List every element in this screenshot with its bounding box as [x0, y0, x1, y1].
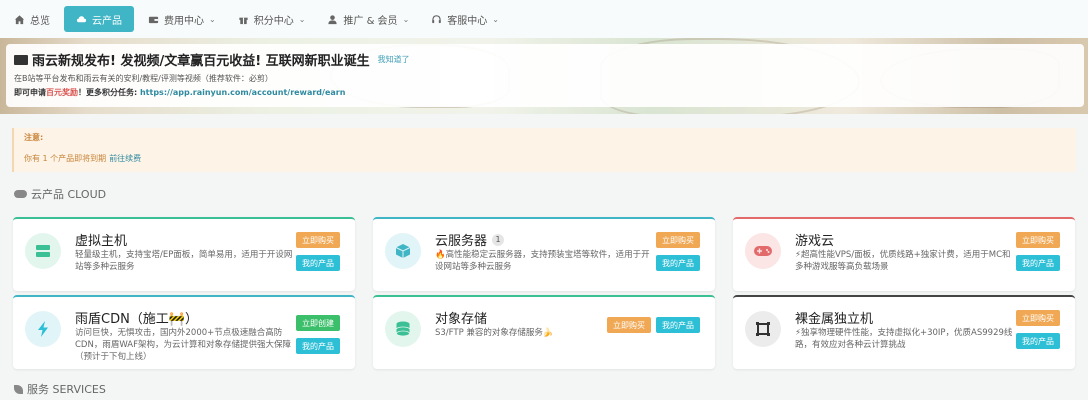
- reward-mid: ！更多积分任务:: [78, 88, 140, 97]
- section-label: 服务 SERVICES: [27, 383, 106, 396]
- database-icon: [385, 311, 421, 347]
- product-description: ⚡独享物理硬件性能，支持虚拟化+30IP，优质AS9929线路，有效应对各种云计…: [795, 328, 1013, 350]
- server-icon: [25, 233, 61, 269]
- product-title: 云服务器: [435, 234, 488, 249]
- section-title-cloud: 云产品 CLOUD: [14, 186, 106, 202]
- product-card-bare-metal[interactable]: 裸金属独立机 ⚡独享物理硬件性能，支持虚拟化+30IP，优质AS9929线路，有…: [733, 295, 1075, 369]
- product-title: 裸金属独立机: [795, 312, 874, 327]
- leaf-icon: [14, 384, 23, 394]
- product-title-row: 云服务器 1: [435, 230, 505, 249]
- bolt-icon: [25, 311, 61, 347]
- product-title: 对象存储: [435, 312, 488, 327]
- chip-icon: [745, 311, 781, 347]
- nav-item-promotion[interactable]: 推广 & 会员 ⌄: [319, 6, 417, 32]
- my-products-button[interactable]: 我的产品: [1016, 255, 1060, 271]
- gamepad-icon: [745, 233, 781, 269]
- count-badge: 1: [492, 233, 505, 246]
- reward-link[interactable]: https://app.rainyun.com/account/reward/e…: [140, 88, 345, 97]
- product-description: ⚡超高性能VPS/面板，优质线路+独家计费，适用于MC和多种游戏服等高负载场景: [795, 250, 1011, 272]
- nav-label: 云产品: [92, 15, 122, 27]
- nav-item-points[interactable]: 积分中心 ⌄: [230, 6, 314, 32]
- product-description: 轻量级主机，支持宝塔/EP面板，简单易用，适用于开设网站等多种云服务: [75, 250, 293, 272]
- nav-label: 费用中心: [164, 15, 204, 27]
- buy-button[interactable]: 立即购买: [607, 317, 651, 333]
- announcement-card: 雨云新规发布! 发视频/文章赢百元收益! 互联网新职业诞生 我知道了 在B站等平…: [6, 44, 1084, 107]
- dismiss-link[interactable]: 我知道了: [378, 54, 410, 65]
- headset-icon: [432, 14, 442, 23]
- announcement-title: 雨云新规发布! 发视频/文章赢百元收益! 互联网新职业诞生: [32, 54, 370, 69]
- create-button[interactable]: 立即创建: [296, 315, 340, 331]
- product-title: 雨盾CDN（施工🚧）: [75, 312, 198, 327]
- nav-item-support[interactable]: 客服中心 ⌄: [423, 6, 507, 32]
- box-icon: [385, 233, 421, 269]
- product-card-object-storage[interactable]: 对象存储 S3/FTP 兼容的对象存储服务🍌 立即购买 我的产品: [373, 295, 715, 369]
- section-title-services: 服务 SERVICES: [14, 381, 106, 397]
- buy-button[interactable]: 立即购买: [1016, 310, 1060, 326]
- expiry-alert: 注意: 你有 1 个产品即将到期 前往续费: [12, 128, 1076, 172]
- cloud-icon: [14, 190, 27, 198]
- reward-highlight: 百元奖励: [46, 88, 78, 97]
- reward-prefix: 即可申请: [14, 88, 46, 97]
- announcement-line: 在B站等平台发布和雨云有关的安利/教程/评测等视频（推荐软件：必剪）: [14, 74, 273, 83]
- announcement-title-row: 雨云新规发布! 发视频/文章赢百元收益! 互联网新职业诞生 我知道了: [14, 50, 1076, 69]
- alert-body: 你有 1 个产品即将到期 前往续费: [24, 153, 1066, 164]
- nav-label: 积分中心: [253, 15, 294, 27]
- nav-item-cloud-products[interactable]: 云产品: [64, 6, 134, 32]
- buy-button[interactable]: 立即购买: [656, 232, 700, 248]
- section-label: 云产品 CLOUD: [31, 188, 107, 201]
- home-icon: [14, 14, 25, 24]
- nav-item-overview[interactable]: 总览: [6, 6, 58, 32]
- product-description: 访问巨快，无惧攻击，国内外2000+节点极速融合高防CDN，雨盾WAF架构，为云…: [75, 328, 291, 362]
- product-title: 虚拟主机: [75, 234, 128, 249]
- alert-text: 你有 1 个产品即将到期: [24, 154, 107, 163]
- my-products-button[interactable]: 我的产品: [656, 255, 700, 271]
- nav-label: 总览: [30, 15, 50, 27]
- cloud-icon: [76, 15, 87, 22]
- chevron-down-icon: ⌄: [209, 14, 216, 24]
- product-card-virtual-host[interactable]: 虚拟主机 轻量级主机，支持宝塔/EP面板，简单易用，适用于开设网站等多种云服务 …: [13, 217, 355, 291]
- user-icon: [328, 14, 338, 24]
- buy-button[interactable]: 立即购买: [1016, 232, 1060, 248]
- chevron-down-icon: ⌄: [298, 14, 306, 24]
- product-title: 游戏云: [795, 234, 835, 249]
- nav-label: 客服中心: [447, 15, 488, 27]
- my-products-button[interactable]: 我的产品: [296, 338, 340, 354]
- wallet-icon: [148, 16, 159, 23]
- product-card-game-cloud[interactable]: 游戏云 ⚡超高性能VPS/面板，优质线路+独家计费，适用于MC和多种游戏服等高负…: [733, 217, 1075, 291]
- product-description: 🔥高性能稳定云服务器，支持预装宝塔等软件，适用于开设网站等多种云服务: [435, 250, 650, 272]
- alert-title: 注意:: [24, 133, 44, 142]
- renew-link[interactable]: 前往续费: [109, 154, 141, 163]
- my-products-button[interactable]: 我的产品: [1016, 333, 1060, 349]
- buy-button[interactable]: 立即购买: [296, 232, 340, 248]
- my-products-button[interactable]: 我的产品: [296, 255, 340, 271]
- product-card-cdn[interactable]: 雨盾CDN（施工🚧） 访问巨快，无惧攻击，国内外2000+节点极速融合高防CDN…: [13, 295, 355, 369]
- nav-label: 推广 & 会员: [343, 15, 398, 27]
- my-products-button[interactable]: 我的产品: [656, 317, 700, 333]
- chevron-down-icon: ⌄: [492, 14, 499, 24]
- top-nav: 总览 云产品 费用中心 ⌄ 积分中心 ⌄ 推广 & 会员 ⌄ 客服中心 ⌄: [0, 0, 1088, 38]
- gift-icon: [239, 17, 248, 24]
- nav-item-billing[interactable]: 费用中心 ⌄: [140, 6, 224, 32]
- product-card-cloud-server[interactable]: 云服务器 1 🔥高性能稳定云服务器，支持预装宝塔等软件，适用于开设网站等多种云服…: [373, 217, 715, 291]
- announcement-reward-line: 即可申请百元奖励！更多积分任务: https://app.rainyun.com…: [14, 87, 1076, 98]
- keyboard-icon: [14, 54, 28, 65]
- chevron-down-icon: ⌄: [402, 14, 410, 24]
